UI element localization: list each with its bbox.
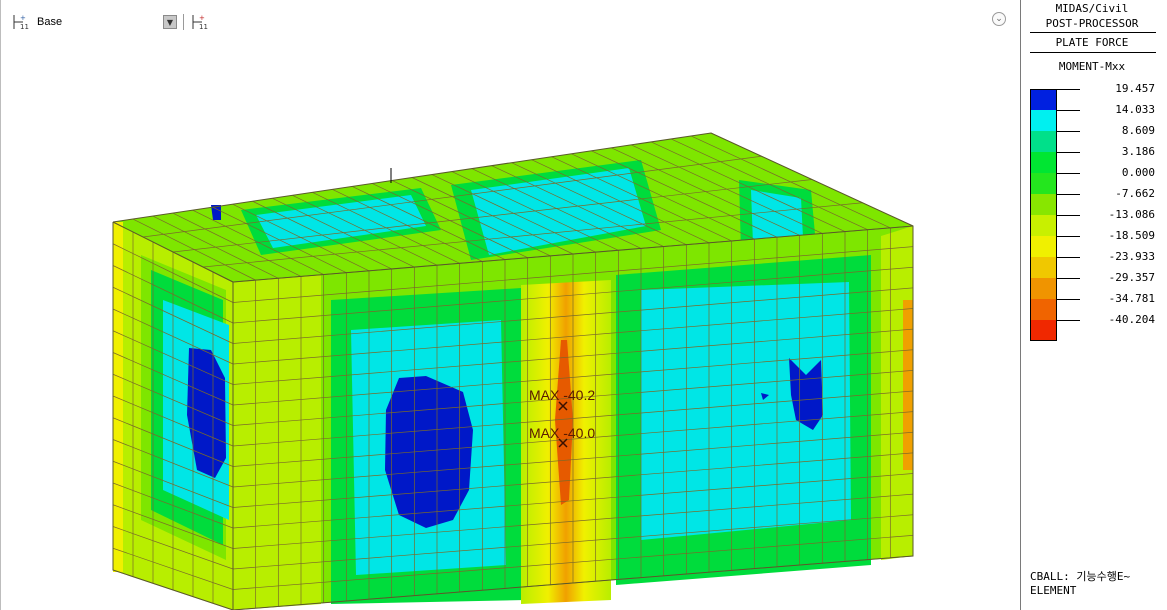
legend-tick [1057,89,1080,90]
legend-value: -23.933 [1108,250,1155,263]
legend-result-type: PLATE FORCE [1055,36,1129,49]
legend-divider [1030,52,1156,53]
legend-value: -7.662 [1115,187,1155,200]
legend-tick [1057,299,1080,300]
legend-value: -34.781 [1108,292,1155,305]
front-right-orange [903,300,913,470]
legend-value: 0.000 [1121,166,1155,179]
legend-footer-line1: CBALL: 기능수행E~ [1030,570,1131,583]
contour-model: MAX -40.2 MAX -40.0 [112,132,914,610]
legend-header-line1: MIDAS/Civil [1055,2,1129,15]
legend-value: -29.357 [1108,271,1155,284]
legend-value: 3.186 [1121,145,1155,158]
legend-tick [1057,131,1080,132]
legend-tick [1057,236,1080,237]
legend-divider [1030,32,1156,33]
legend-value: 19.457 [1115,82,1155,95]
legend-tick [1057,173,1080,174]
legend-value: -18.509 [1108,229,1155,242]
legend-component: MOMENT-Mxx [1058,60,1126,73]
legend-tick [1057,278,1080,279]
legend-tick [1057,110,1080,111]
legend-value: 8.609 [1121,124,1155,137]
legend-footer-line2: ELEMENT [1030,584,1077,597]
legend-tick [1057,257,1080,258]
legend-tick [1057,320,1080,321]
legend-value: 14.033 [1115,103,1155,116]
legend-tick [1057,194,1080,195]
contour-legend: MIDAS/Civil POST-PROCESSOR PLATE FORCE M… [1022,0,1167,610]
legend-tick [1057,152,1080,153]
legend-bar-border [1030,89,1057,341]
legend-value: -13.086 [1108,208,1155,221]
legend-value: -40.204 [1108,313,1155,326]
legend-tick [1057,215,1080,216]
legend-header-line2: POST-PROCESSOR [1045,17,1139,30]
max-label-2: MAX -40.0 [529,425,595,441]
model-viewport[interactable]: + 11 Base ▼ + 11 ⌄ MAX -40.2 MAX -40.0 [0,0,1021,610]
max-label-1: MAX -40.2 [529,387,595,403]
